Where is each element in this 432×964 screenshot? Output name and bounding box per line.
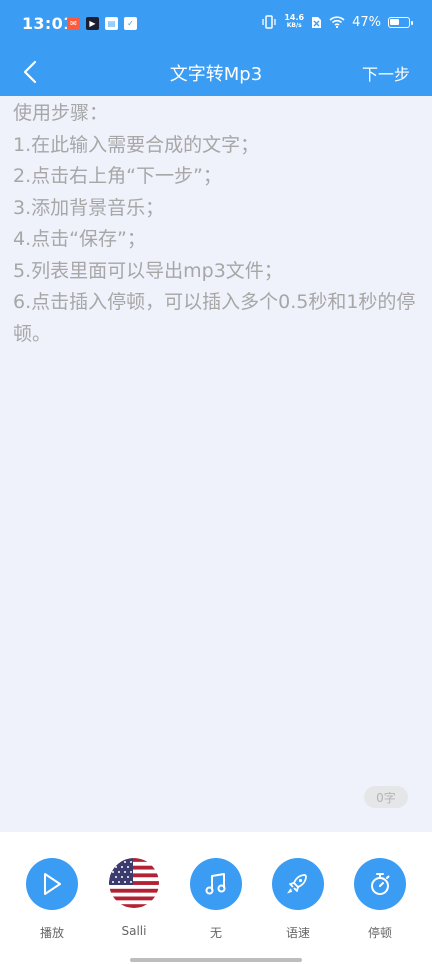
net-speed: 14.6 KB/s (284, 13, 305, 30)
us-flag-icon (109, 858, 159, 908)
status-right: 14.6 KB/s 47% (261, 13, 413, 30)
app-bar: 文字转Mp3 下一步 (0, 48, 432, 96)
background-music-button[interactable]: 无 (186, 858, 246, 941)
text-input-area[interactable]: 使用步骤： 1.在此输入需要合成的文字； 2.点击右上角“下一步”； 3.添加背… (0, 96, 432, 832)
notification-icons: ✉ ▶ ▤ ✓ (67, 17, 137, 30)
status-bar: 13:01 ✉ ▶ ▤ ✓ 14.6 KB/s 47% (0, 0, 432, 48)
placeholder-line: 2.点击右上角“下一步”； (13, 165, 222, 187)
pause-label: 停顿 (367, 926, 392, 940)
speed-button[interactable]: 语速 (268, 858, 328, 941)
battery-percent: 47% (352, 14, 381, 30)
app-screen: 13:01 ✉ ▶ ▤ ✓ 14.6 KB/s 47% 文字转Mp3 下一步 使… (0, 0, 432, 964)
voice-select-button[interactable]: Salli (104, 858, 164, 938)
notification-app-icon: ✉ (67, 17, 80, 30)
placeholder-line: 4.点击“保存”； (13, 228, 146, 250)
music-note-icon (205, 873, 226, 895)
play-icon (44, 873, 61, 895)
bottom-toolbar: 播放 Salli 无 语速 停顿 (0, 832, 432, 964)
top-bar: 13:01 ✉ ▶ ▤ ✓ 14.6 KB/s 47% 文字转Mp3 下一步 (0, 0, 432, 96)
voice-label: Salli (121, 924, 147, 938)
vibrate-icon (262, 15, 276, 29)
input-placeholder: 使用步骤： 1.在此输入需要合成的文字； 2.点击右上角“下一步”； 3.添加背… (13, 98, 418, 350)
music-circle (190, 858, 242, 910)
music-label: 无 (209, 926, 222, 940)
placeholder-line: 3.添加背景音乐； (13, 196, 165, 219)
wifi-icon (329, 16, 345, 28)
battery-icon (388, 16, 413, 28)
home-indicator[interactable] (130, 958, 302, 962)
pause-insert-button[interactable]: 停顿 (350, 858, 410, 941)
play-circle (26, 858, 78, 910)
speed-label: 语速 (285, 926, 310, 940)
play-label: 播放 (39, 926, 64, 940)
rocket-icon (287, 874, 307, 894)
no-sim-icon (312, 16, 322, 28)
play-button[interactable]: 播放 (22, 858, 82, 941)
placeholder-line: 使用步骤： (13, 102, 109, 124)
notification-app-icon: ✓ (124, 17, 137, 30)
char-count-badge: 0字 (364, 786, 408, 808)
next-step-button[interactable]: 下一步 (362, 61, 410, 85)
stopwatch-icon (371, 873, 390, 895)
placeholder-line: 5.列表里面可以导出mp3文件； (13, 259, 283, 282)
speed-circle (272, 858, 324, 910)
placeholder-line: 1.在此输入需要合成的文字； (13, 133, 260, 156)
placeholder-line: 6.点击插入停顿，可以插入多个0.5秒和1秒的停顿。 (13, 291, 416, 345)
pause-circle (354, 858, 406, 910)
notification-app-icon: ▶ (86, 17, 99, 30)
notification-app-icon: ▤ (105, 17, 118, 30)
